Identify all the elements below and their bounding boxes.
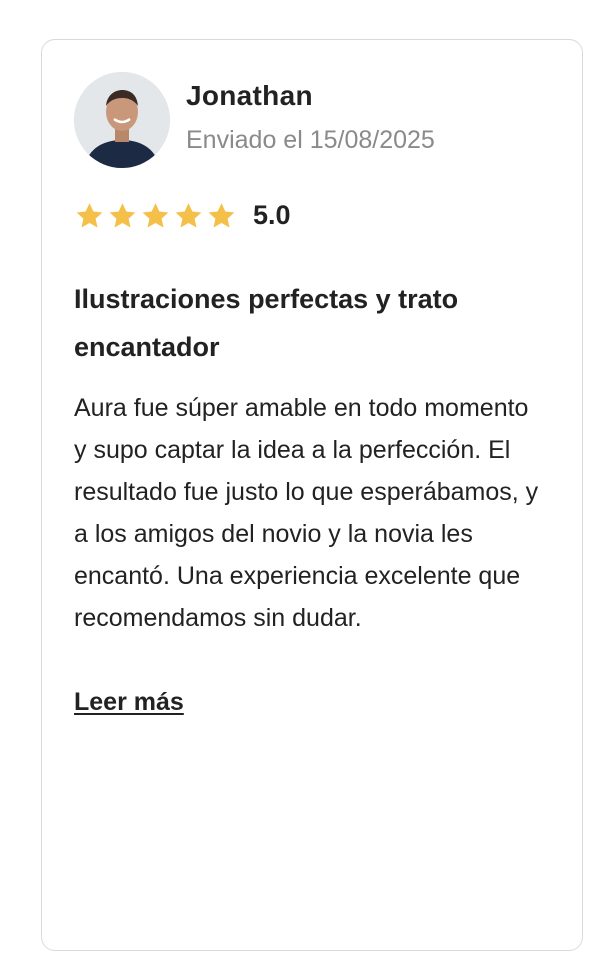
submitted-date: Enviado el 15/08/2025 bbox=[186, 126, 435, 154]
review-header: Jonathan Enviado el 15/08/2025 bbox=[74, 72, 435, 168]
avatar-photo bbox=[74, 72, 170, 168]
avatar bbox=[74, 72, 170, 168]
star-icon bbox=[109, 202, 136, 227]
star-icon bbox=[208, 202, 235, 227]
rating-score: 5.0 bbox=[253, 200, 291, 230]
author-name: Jonathan bbox=[186, 80, 313, 111]
star-rating bbox=[74, 201, 237, 231]
read-more-link[interactable]: Leer más bbox=[74, 681, 184, 723]
rating-row: 5.0 bbox=[74, 200, 291, 231]
review-body: Aura fue súper amable en todo momento y … bbox=[74, 394, 539, 632]
review-card: Jonathan Enviado el 15/08/2025 5.0 Ilust… bbox=[41, 39, 583, 951]
author-meta: Jonathan Enviado el 15/08/2025 bbox=[186, 79, 435, 157]
star-icon bbox=[76, 202, 103, 227]
star-icon bbox=[142, 202, 169, 227]
review-title: Ilustraciones perfectas y trato encantad… bbox=[74, 284, 459, 362]
star-icon bbox=[175, 202, 202, 227]
